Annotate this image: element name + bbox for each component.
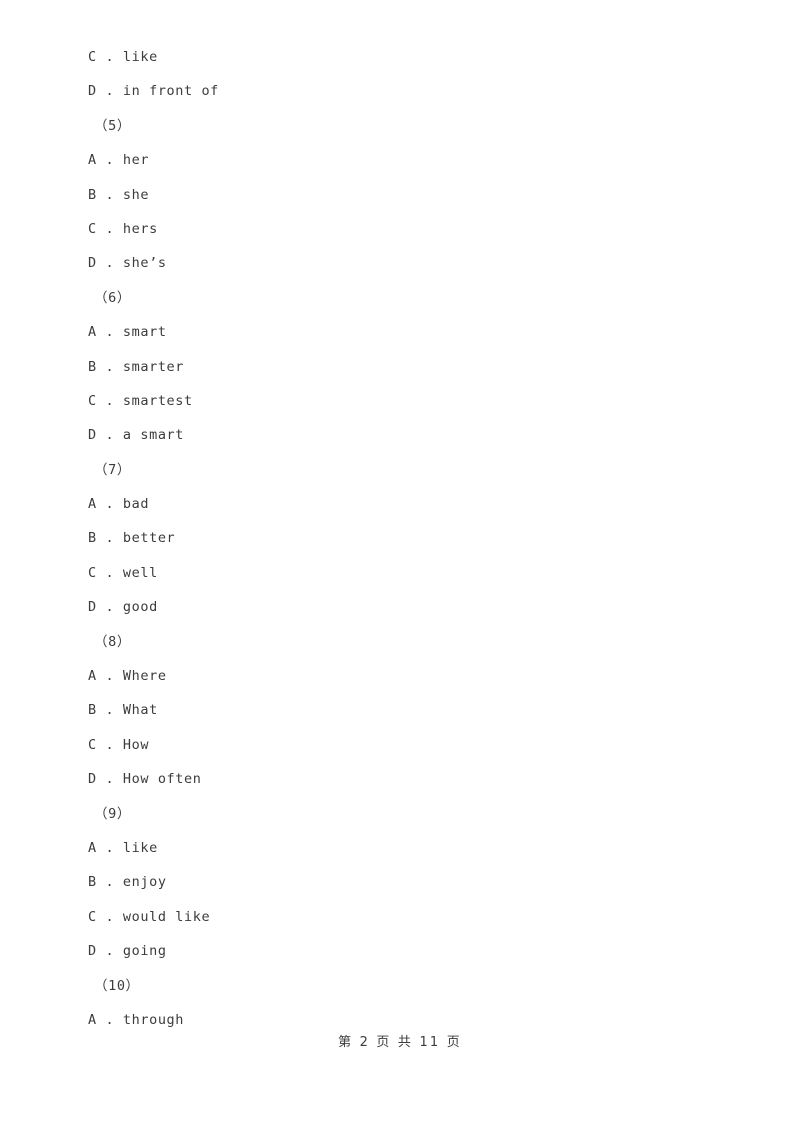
question-list: C . like D . in front of （5） A . her B . she… [88,40,728,1037]
answer-option: A . Where [88,668,167,685]
answer-option: A . like [88,839,158,856]
answer-option: D . going [88,943,167,960]
answer-option: C . like [88,49,158,65]
answer-option: B . smarter [88,358,185,375]
answer-option: A . her [88,152,150,169]
answer-option: C . smartest [88,392,193,409]
answer-option: D . How often [88,771,202,788]
answer-option: B . she [88,186,150,203]
question-number: （10） [94,977,140,994]
answer-option: D . in front of [88,83,219,100]
answer-option: A . bad [88,496,150,513]
answer-option: D . she’s [88,255,167,272]
question-number: （8） [94,633,131,650]
answer-option: B . better [88,530,176,547]
answer-option: C . would like [88,908,211,925]
answer-option: C . well [88,564,158,581]
answer-option: D . good [88,599,158,616]
document-page: C . like D . in front of （5） A . her B . she… [0,0,800,1132]
answer-option: C . hers [88,220,158,237]
question-number: （6） [94,289,131,306]
question-number: （7） [94,461,131,478]
question-number: （9） [94,805,131,822]
answer-option: B . enjoy [88,874,167,891]
answer-option: C . How [88,736,150,753]
question-number: （5） [94,117,131,134]
page-footer: 第 2 页 共 11 页 [338,1035,462,1050]
answer-option: A . smart [88,324,167,341]
answer-option: D . a smart [88,427,185,444]
answer-option: B . What [88,702,158,719]
